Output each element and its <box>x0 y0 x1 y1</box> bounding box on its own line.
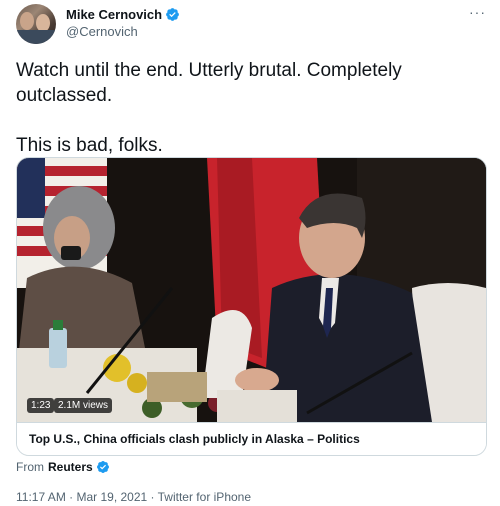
source-prefix: From <box>16 460 44 474</box>
card-footer[interactable]: Top U.S., China officials clash publicly… <box>17 422 486 455</box>
tweet: Mike Cernovich @Cernovich ··· Watch unti… <box>0 0 500 506</box>
verified-badge-icon <box>96 461 109 473</box>
tweet-timestamp[interactable]: 11:17 AM · Mar 19, 2021 · Twitter for iP… <box>16 490 251 504</box>
tweet-text-line: Watch until the end. Utterly brutal. Com… <box>16 60 402 106</box>
video-duration-badge: 1:23 <box>27 398 55 413</box>
video-player[interactable]: 1:23 2.1M views <box>17 158 486 422</box>
video-thumbnail <box>17 158 486 422</box>
video-views-badge: 2.1M views <box>54 398 113 413</box>
more-options-icon[interactable]: ··· <box>469 4 486 20</box>
link-card[interactable]: 1:23 2.1M views Top U.S., China official… <box>16 157 487 456</box>
author-handle[interactable]: @Cernovich <box>66 24 138 39</box>
tweet-text-line: This is bad, folks. <box>16 135 163 156</box>
author-name-row[interactable]: Mike Cernovich <box>66 7 180 22</box>
card-title[interactable]: Top U.S., China officials clash publicly… <box>29 432 474 446</box>
verified-badge-icon <box>166 8 179 21</box>
source-attribution: From Reuters <box>16 460 110 474</box>
source-name-link[interactable]: Reuters <box>48 460 93 474</box>
author-display-name[interactable]: Mike Cernovich <box>66 7 162 22</box>
avatar[interactable] <box>16 4 56 44</box>
